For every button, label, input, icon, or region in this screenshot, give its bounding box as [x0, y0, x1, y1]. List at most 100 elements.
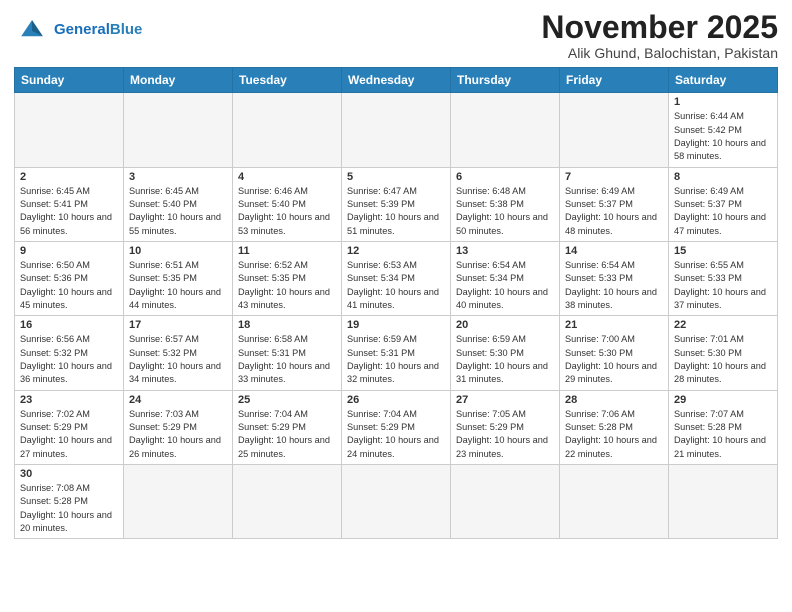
day-cell: [124, 93, 233, 167]
day-info: Sunrise: 6:52 AM Sunset: 5:35 PM Dayligh…: [238, 259, 336, 312]
day-number: 20: [456, 319, 554, 331]
day-number: 14: [565, 245, 663, 257]
day-cell: 16 Sunrise: 6:56 AM Sunset: 5:32 PM Dayli…: [15, 316, 124, 390]
day-info: Sunrise: 7:06 AM Sunset: 5:28 PM Dayligh…: [565, 408, 663, 461]
day-number: 15: [674, 245, 772, 257]
day-info: Sunrise: 7:05 AM Sunset: 5:29 PM Dayligh…: [456, 408, 554, 461]
day-cell: 15 Sunrise: 6:55 AM Sunset: 5:33 PM Dayli…: [669, 241, 778, 315]
week-row-0: 1 Sunrise: 6:44 AM Sunset: 5:42 PM Daylig…: [15, 93, 778, 167]
day-cell: 28 Sunrise: 7:06 AM Sunset: 5:28 PM Dayli…: [560, 390, 669, 464]
page: GeneralBlue November 2025 Alik Ghund, Ba…: [0, 0, 792, 612]
day-cell: 11Sunrise: 6:52 AM Sunset: 5:35 PM Dayli…: [233, 241, 342, 315]
week-row-4: 23 Sunrise: 7:02 AM Sunset: 5:29 PM Dayli…: [15, 390, 778, 464]
day-number: 18: [238, 319, 336, 331]
day-number: 27: [456, 394, 554, 406]
day-cell: 24Sunrise: 7:03 AM Sunset: 5:29 PM Dayli…: [124, 390, 233, 464]
day-cell: 1 Sunrise: 6:44 AM Sunset: 5:42 PM Daylig…: [669, 93, 778, 167]
logo-icon: [14, 16, 50, 44]
day-info: Sunrise: 6:50 AM Sunset: 5:36 PM Dayligh…: [20, 259, 118, 312]
day-cell: 8Sunrise: 6:49 AM Sunset: 5:37 PM Daylig…: [669, 167, 778, 241]
day-number: 3: [129, 171, 227, 183]
day-cell: 4 Sunrise: 6:46 AM Sunset: 5:40 PM Daylig…: [233, 167, 342, 241]
day-number: 23: [20, 394, 118, 406]
day-number: 6: [456, 171, 554, 183]
day-cell: 12Sunrise: 6:53 AM Sunset: 5:34 PM Dayli…: [342, 241, 451, 315]
logo: GeneralBlue: [14, 16, 142, 44]
day-info: Sunrise: 7:02 AM Sunset: 5:29 PM Dayligh…: [20, 408, 118, 461]
day-number: 17: [129, 319, 227, 331]
day-cell: [560, 465, 669, 539]
day-number: 28: [565, 394, 663, 406]
day-number: 30: [20, 468, 118, 480]
day-number: 16: [20, 319, 118, 331]
day-number: 21: [565, 319, 663, 331]
day-cell: 6 Sunrise: 6:48 AM Sunset: 5:38 PM Daylig…: [451, 167, 560, 241]
day-cell: 18Sunrise: 6:58 AM Sunset: 5:31 PM Dayli…: [233, 316, 342, 390]
day-number: 9: [20, 245, 118, 257]
day-cell: 10Sunrise: 6:51 AM Sunset: 5:35 PM Dayli…: [124, 241, 233, 315]
th-saturday: Saturday: [669, 68, 778, 93]
day-info: Sunrise: 6:59 AM Sunset: 5:31 PM Dayligh…: [347, 333, 445, 386]
day-number: 10: [129, 245, 227, 257]
day-number: 7: [565, 171, 663, 183]
day-cell: [15, 93, 124, 167]
day-cell: 27 Sunrise: 7:05 AM Sunset: 5:29 PM Dayli…: [451, 390, 560, 464]
day-info: Sunrise: 7:08 AM Sunset: 5:28 PM Dayligh…: [20, 482, 118, 535]
day-info: Sunrise: 7:01 AM Sunset: 5:30 PM Dayligh…: [674, 333, 772, 386]
day-cell: 19 Sunrise: 6:59 AM Sunset: 5:31 PM Dayli…: [342, 316, 451, 390]
location: Alik Ghund, Balochistan, Pakistan: [541, 45, 778, 61]
week-row-1: 2 Sunrise: 6:45 AM Sunset: 5:41 PM Daylig…: [15, 167, 778, 241]
week-row-5: 30 Sunrise: 7:08 AM Sunset: 5:28 PM Dayli…: [15, 465, 778, 539]
day-info: Sunrise: 6:47 AM Sunset: 5:39 PM Dayligh…: [347, 185, 445, 238]
day-cell: 13Sunrise: 6:54 AM Sunset: 5:34 PM Dayli…: [451, 241, 560, 315]
day-number: 1: [674, 96, 772, 108]
day-number: 4: [238, 171, 336, 183]
day-cell: [233, 465, 342, 539]
day-cell: 9 Sunrise: 6:50 AM Sunset: 5:36 PM Daylig…: [15, 241, 124, 315]
day-cell: [451, 465, 560, 539]
day-cell: [233, 93, 342, 167]
day-info: Sunrise: 6:56 AM Sunset: 5:32 PM Dayligh…: [20, 333, 118, 386]
day-number: 19: [347, 319, 445, 331]
day-info: Sunrise: 6:48 AM Sunset: 5:38 PM Dayligh…: [456, 185, 554, 238]
day-header-row: Sunday Monday Tuesday Wednesday Thursday…: [15, 68, 778, 93]
day-cell: 14 Sunrise: 6:54 AM Sunset: 5:33 PM Dayli…: [560, 241, 669, 315]
th-thursday: Thursday: [451, 68, 560, 93]
month-title: November 2025: [541, 10, 778, 45]
day-number: 26: [347, 394, 445, 406]
week-row-3: 16 Sunrise: 6:56 AM Sunset: 5:32 PM Dayli…: [15, 316, 778, 390]
day-cell: 26 Sunrise: 7:04 AM Sunset: 5:29 PM Dayli…: [342, 390, 451, 464]
day-info: Sunrise: 7:04 AM Sunset: 5:29 PM Dayligh…: [347, 408, 445, 461]
day-number: 22: [674, 319, 772, 331]
day-cell: 5 Sunrise: 6:47 AM Sunset: 5:39 PM Daylig…: [342, 167, 451, 241]
day-info: Sunrise: 6:54 AM Sunset: 5:34 PM Dayligh…: [456, 259, 554, 312]
title-block: November 2025 Alik Ghund, Balochistan, P…: [541, 10, 778, 61]
day-number: 29: [674, 394, 772, 406]
calendar: Sunday Monday Tuesday Wednesday Thursday…: [14, 67, 778, 539]
day-info: Sunrise: 6:46 AM Sunset: 5:40 PM Dayligh…: [238, 185, 336, 238]
week-row-2: 9 Sunrise: 6:50 AM Sunset: 5:36 PM Daylig…: [15, 241, 778, 315]
day-number: 5: [347, 171, 445, 183]
th-monday: Monday: [124, 68, 233, 93]
day-info: Sunrise: 6:59 AM Sunset: 5:30 PM Dayligh…: [456, 333, 554, 386]
day-number: 24: [129, 394, 227, 406]
day-cell: [124, 465, 233, 539]
day-info: Sunrise: 6:44 AM Sunset: 5:42 PM Dayligh…: [674, 110, 772, 163]
day-info: Sunrise: 6:55 AM Sunset: 5:33 PM Dayligh…: [674, 259, 772, 312]
day-number: 2: [20, 171, 118, 183]
logo-blue: Blue: [110, 21, 143, 38]
day-info: Sunrise: 7:07 AM Sunset: 5:28 PM Dayligh…: [674, 408, 772, 461]
day-cell: 25Sunrise: 7:04 AM Sunset: 5:29 PM Dayli…: [233, 390, 342, 464]
calendar-body: 1 Sunrise: 6:44 AM Sunset: 5:42 PM Daylig…: [15, 93, 778, 539]
day-info: Sunrise: 6:57 AM Sunset: 5:32 PM Dayligh…: [129, 333, 227, 386]
th-tuesday: Tuesday: [233, 68, 342, 93]
th-wednesday: Wednesday: [342, 68, 451, 93]
day-info: Sunrise: 6:54 AM Sunset: 5:33 PM Dayligh…: [565, 259, 663, 312]
day-cell: 20 Sunrise: 6:59 AM Sunset: 5:30 PM Dayli…: [451, 316, 560, 390]
logo-text: GeneralBlue: [54, 22, 142, 39]
day-info: Sunrise: 6:45 AM Sunset: 5:41 PM Dayligh…: [20, 185, 118, 238]
logo-general: General: [54, 21, 110, 38]
day-cell: [560, 93, 669, 167]
th-sunday: Sunday: [15, 68, 124, 93]
day-cell: 23 Sunrise: 7:02 AM Sunset: 5:29 PM Dayli…: [15, 390, 124, 464]
